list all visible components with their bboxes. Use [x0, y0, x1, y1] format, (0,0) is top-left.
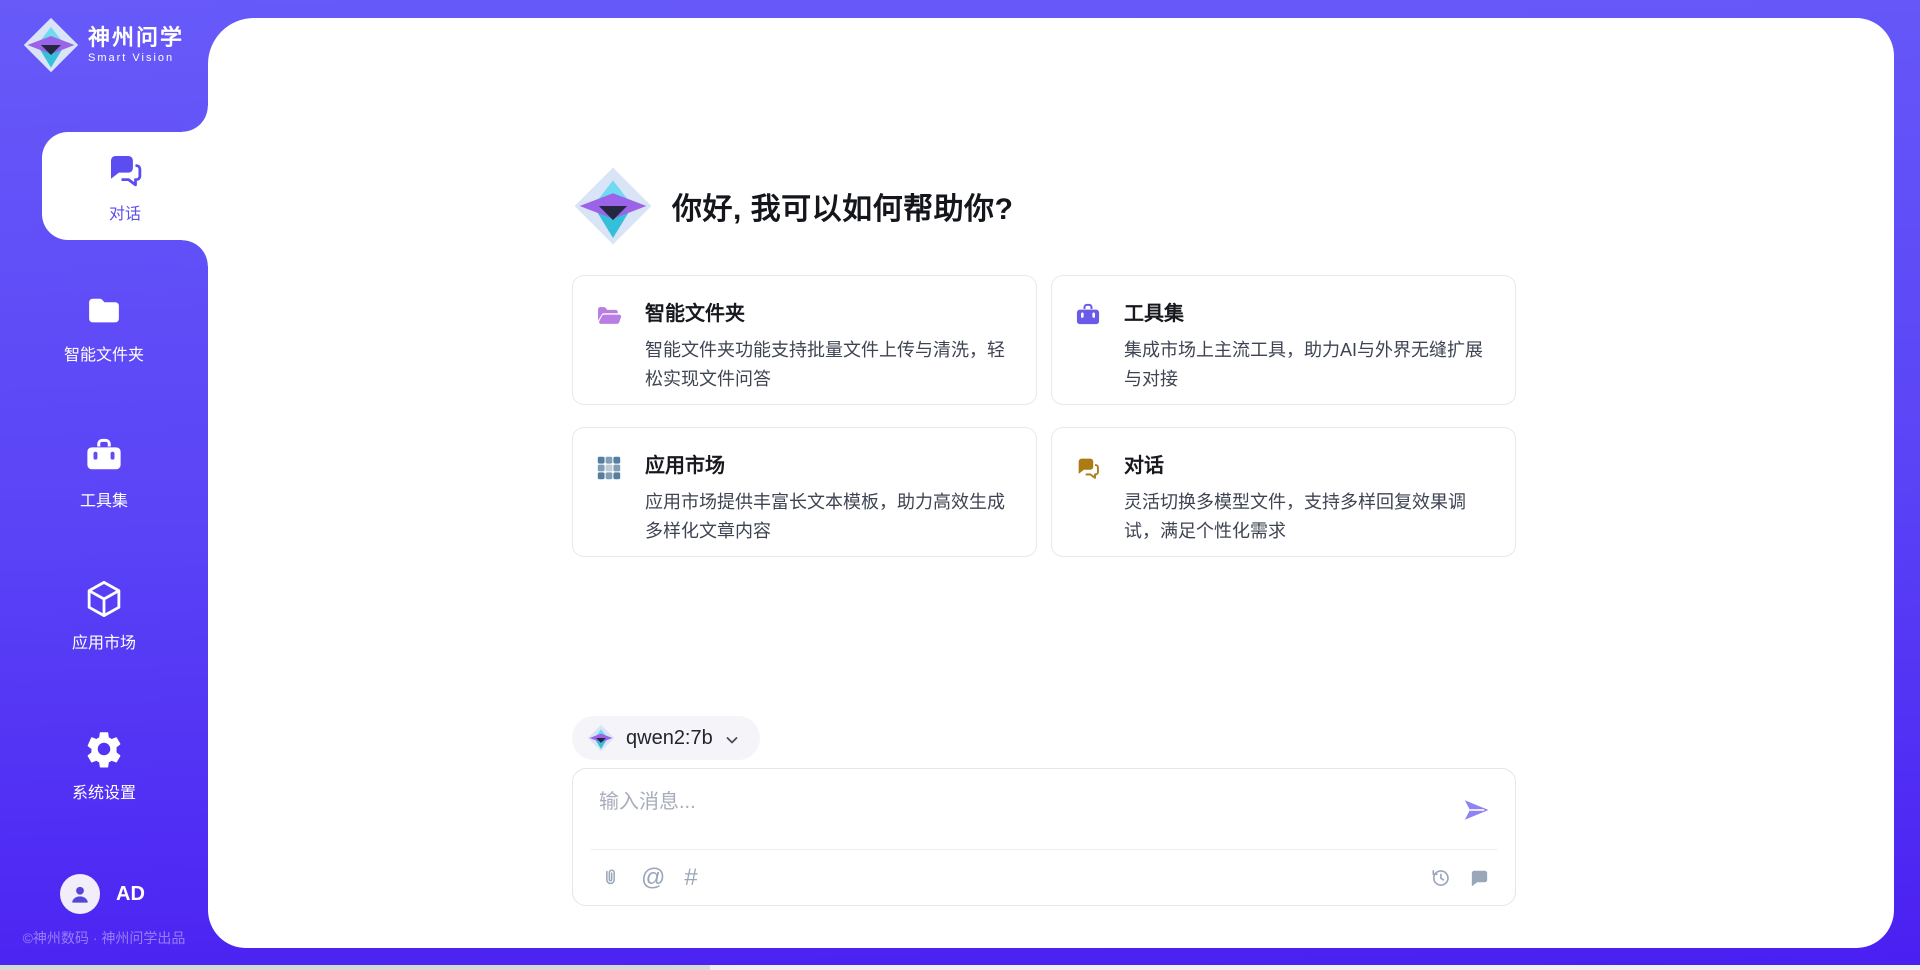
- logo-diamond-icon: [587, 724, 615, 752]
- hash-icon[interactable]: #: [684, 866, 697, 889]
- card-title: 对话: [1124, 453, 1499, 482]
- avatar: [60, 874, 100, 914]
- copyright-footer: ©神州数码 · 神州问学出品: [0, 928, 208, 948]
- user-initials: AD: [116, 883, 145, 906]
- composer-toolbar: @ #: [599, 850, 1491, 905]
- greeting-row: 你好, 我可以如何帮助你?: [572, 165, 1014, 247]
- feature-cards: 智能文件夹 智能文件夹功能支持批量文件上传与清洗，轻松实现文件问答 工具集 集成…: [572, 275, 1516, 557]
- main-content: 你好, 我可以如何帮助你? 智能文件夹 智能文件夹功能支持批量文件上传与清洗，轻…: [572, 18, 1516, 948]
- message-composer: @ #: [572, 768, 1516, 906]
- card-description: 应用市场提供丰富长文本模板，助力高效生成多样化文章内容: [645, 488, 1020, 546]
- gear-icon: [83, 728, 125, 770]
- card-description: 灵活切换多模型文件，支持多样回复效果调试，满足个性化需求: [1124, 488, 1499, 546]
- card-description: 集成市场上主流工具，助力AI与外界无缝扩展与对接: [1124, 336, 1499, 394]
- sidebar-item-smart-folder[interactable]: 智能文件夹: [0, 273, 208, 381]
- send-icon: [1461, 795, 1491, 825]
- toolbox-icon: [83, 436, 125, 478]
- sidebar-item-label: 系统设置: [72, 779, 136, 803]
- chat-icon: [1074, 454, 1102, 482]
- logo-diamond-icon: [572, 165, 654, 247]
- logo-diamond-icon: [22, 16, 80, 74]
- card-title: 智能文件夹: [645, 301, 1020, 330]
- send-button[interactable]: [1461, 795, 1491, 825]
- card-toolset[interactable]: 工具集 集成市场上主流工具，助力AI与外界无缝扩展与对接: [1051, 275, 1516, 405]
- card-chat[interactable]: 对话 灵活切换多模型文件，支持多样回复效果调试，满足个性化需求: [1051, 427, 1516, 557]
- card-title: 应用市场: [645, 453, 1020, 482]
- chat-icon: [104, 149, 146, 191]
- composer-tools-left: @ #: [599, 866, 698, 889]
- sidebar-item-chat[interactable]: 对话: [42, 132, 208, 240]
- brand-title: 神州问学: [88, 26, 184, 50]
- sidebar-item-settings[interactable]: 系统设置: [0, 711, 208, 819]
- card-smart-folder[interactable]: 智能文件夹 智能文件夹功能支持批量文件上传与清洗，轻松实现文件问答: [572, 275, 1037, 405]
- sidebar-item-toolset[interactable]: 工具集: [0, 419, 208, 527]
- horizontal-scrollbar[interactable]: [0, 965, 1920, 970]
- history-icon[interactable]: [1429, 866, 1452, 889]
- sidebar: 神州问学 Smart Vision 对话 智能文件夹: [0, 0, 208, 970]
- composer-tools-right: [1429, 866, 1491, 889]
- brand-logo: 神州问学 Smart Vision: [22, 16, 184, 74]
- cube-icon: [83, 578, 125, 620]
- sidebar-item-label: 工具集: [80, 487, 128, 511]
- paperclip-icon[interactable]: [599, 866, 622, 889]
- model-selector[interactable]: qwen2:7b: [572, 716, 760, 760]
- card-app-market[interactable]: 应用市场 应用市场提供丰富长文本模板，助力高效生成多样化文章内容: [572, 427, 1037, 557]
- user-profile[interactable]: AD: [60, 874, 145, 914]
- brand-subtitle: Smart Vision: [88, 52, 184, 64]
- toolbox-icon: [1074, 302, 1102, 330]
- folder-icon: [83, 290, 125, 332]
- sidebar-item-app-market[interactable]: 应用市场: [0, 561, 208, 669]
- sidebar-item-label: 智能文件夹: [64, 341, 144, 365]
- scrollbar-thumb[interactable]: [0, 965, 710, 970]
- sidebar-item-label: 对话: [109, 200, 141, 224]
- folder-open-icon: [595, 302, 623, 330]
- chevron-down-icon: [724, 732, 740, 748]
- main-surface: 你好, 我可以如何帮助你? 智能文件夹 智能文件夹功能支持批量文件上传与清洗，轻…: [208, 18, 1894, 948]
- model-name: qwen2:7b: [626, 727, 713, 750]
- grid-icon: [595, 454, 623, 482]
- card-description: 智能文件夹功能支持批量文件上传与清洗，轻松实现文件问答: [645, 336, 1020, 394]
- message-input[interactable]: [599, 785, 1445, 841]
- app-root: { "brand": { "title": "神州问学", "subtitle"…: [0, 0, 1920, 970]
- user-avatar-icon: [67, 881, 93, 907]
- at-sign-icon[interactable]: @: [641, 866, 665, 889]
- sidebar-item-label: 应用市场: [72, 629, 136, 653]
- card-title: 工具集: [1124, 301, 1499, 330]
- chat-filled-icon[interactable]: [1468, 866, 1491, 889]
- greeting-title: 你好, 我可以如何帮助你?: [672, 184, 1014, 228]
- brand-text: 神州问学 Smart Vision: [88, 26, 184, 64]
